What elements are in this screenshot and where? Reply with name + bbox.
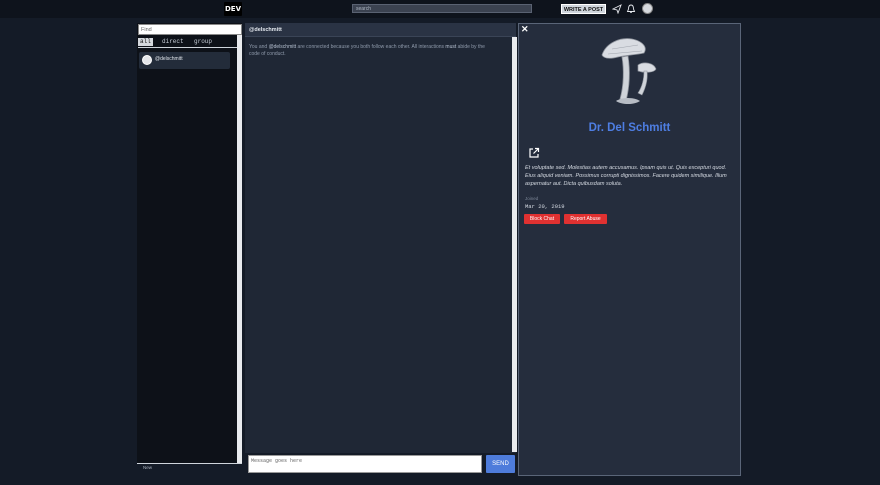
close-icon[interactable]: ✕ bbox=[521, 24, 529, 35]
external-link-icon[interactable] bbox=[528, 147, 540, 159]
notifications-bell-icon[interactable] bbox=[626, 4, 636, 14]
dev-logo[interactable]: DEV bbox=[224, 2, 242, 16]
chat-header: @delschmitt bbox=[245, 23, 516, 37]
tab-group[interactable]: group bbox=[194, 38, 212, 46]
joined-date: Mar 20, 2019 bbox=[525, 203, 565, 210]
message-middle: are connected because you both follow ea… bbox=[296, 44, 446, 50]
conversation-sidebar bbox=[137, 23, 242, 463]
conversation-name: @delschmitt bbox=[155, 56, 183, 62]
joined-label: Joined bbox=[525, 196, 539, 201]
chat-panel bbox=[245, 23, 516, 453]
message-input[interactable]: Message goes here bbox=[248, 455, 482, 473]
tabs-divider bbox=[138, 47, 242, 48]
conversation-avatar bbox=[142, 55, 152, 65]
conversation-tabs: all direct group bbox=[138, 38, 242, 48]
message-prefix: You and bbox=[249, 44, 269, 50]
find-conversation-input[interactable]: Find bbox=[138, 24, 242, 35]
message-emphasis: must bbox=[445, 44, 457, 50]
message-user-link[interactable]: @delschmitt bbox=[269, 44, 297, 50]
report-abuse-button[interactable]: Report Abuse bbox=[564, 214, 607, 224]
chat-scrollbar[interactable] bbox=[512, 37, 517, 452]
sidebar-scrollbar[interactable] bbox=[237, 35, 242, 463]
send-button[interactable]: SEND bbox=[486, 455, 515, 473]
tab-all[interactable]: all bbox=[138, 38, 153, 46]
connect-icon[interactable] bbox=[612, 4, 622, 14]
conversation-item[interactable]: @delschmitt bbox=[139, 52, 230, 69]
mushroom-avatar-image bbox=[601, 38, 657, 104]
sidebar-footer-link[interactable]: New bbox=[143, 465, 152, 470]
chat-intro-message: You and @delschmitt are connected becaus… bbox=[249, 44, 497, 58]
block-chat-button[interactable]: Block Chat bbox=[524, 214, 560, 224]
user-avatar[interactable] bbox=[642, 3, 653, 14]
tab-direct[interactable]: direct bbox=[162, 38, 184, 46]
write-post-button[interactable]: WRITE A POST bbox=[561, 4, 606, 14]
profile-name: Dr. Del Schmitt bbox=[588, 122, 671, 134]
profile-bio: Et voluptate sed. Molestias autem accusa… bbox=[525, 165, 727, 187]
sidebar-divider bbox=[137, 463, 242, 464]
search-input[interactable]: search bbox=[352, 4, 532, 13]
chat-title: @delschmitt bbox=[249, 27, 282, 33]
